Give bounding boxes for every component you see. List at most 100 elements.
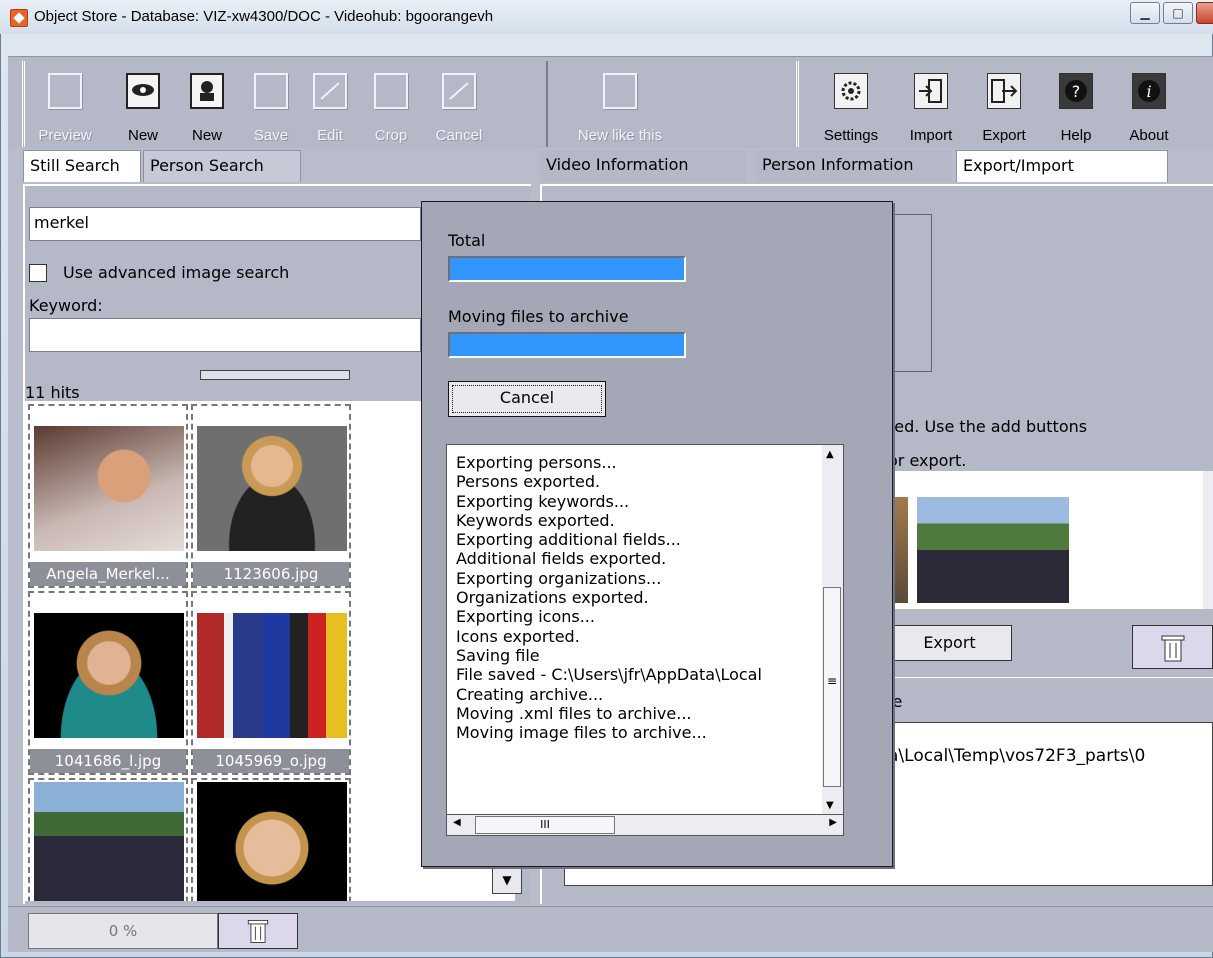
edit-frame-icon — [313, 73, 347, 109]
export-log[interactable]: Exporting persons... Persons exported. Exp… — [446, 444, 842, 816]
log-line: File saved - C:\Users\jfr\AppData\Local — [456, 665, 762, 685]
export-toolbar-button[interactable]: Export — [974, 73, 1034, 144]
log-line: Moving .xml files to archive... — [456, 703, 692, 723]
person-icon — [190, 73, 224, 109]
log-hscroll-thumb[interactable]: III — [475, 816, 615, 834]
total-label: Total — [448, 231, 486, 250]
crop-button[interactable]: Crop — [361, 73, 421, 144]
new-video-button[interactable]: New — [113, 73, 173, 144]
import-button[interactable]: Import — [901, 73, 961, 144]
app-logo-icon — [10, 9, 28, 27]
new-like-this-button[interactable]: New like this — [555, 73, 685, 144]
thumbnail-image — [34, 782, 184, 901]
window-title: Object Store - Database: VIZ-xw4300/DOC … — [34, 8, 494, 25]
advanced-search-checkbox[interactable] — [29, 264, 47, 282]
close-button[interactable] — [1196, 2, 1213, 24]
title-bar[interactable]: Object Store - Database: VIZ-xw4300/DOC … — [0, 0, 1213, 34]
log-line: Organizations exported. — [456, 588, 649, 608]
log-vertical-scrollbar[interactable]: ▲ ≡ ▼ — [822, 444, 844, 816]
keyword-field[interactable] — [29, 318, 421, 352]
log-line: Persons exported. — [456, 472, 601, 492]
moving-files-label: Moving files to archive — [448, 307, 629, 326]
export-selection-list[interactable] — [888, 471, 1203, 609]
thumbnail-image — [197, 426, 347, 551]
left-tab-strip: Still Search Person Search — [23, 150, 531, 182]
log-text: Exporting persons... Persons exported. Exp… — [456, 453, 836, 742]
export-button[interactable]: Export — [888, 625, 1012, 661]
log-line: Exporting organizations... — [456, 568, 662, 588]
thumbnail-item[interactable] — [28, 778, 188, 901]
svg-text:i: i — [1146, 82, 1151, 101]
right-tab-strip: Video Information Person Information Exp… — [540, 150, 1213, 182]
search-input[interactable]: merkel — [29, 207, 421, 241]
blank-frame-icon — [603, 73, 637, 109]
tab-person-information[interactable]: Person Information — [756, 150, 952, 182]
thumbnail-item[interactable]: 1041686_l.jpg — [28, 591, 188, 775]
cancel-frame-icon — [442, 73, 476, 109]
help-icon: ? — [1059, 73, 1093, 109]
maximize-button[interactable]: □ — [1163, 2, 1193, 24]
log-vscroll-thumb[interactable]: ≡ — [823, 587, 841, 787]
cancel-toolbar-button[interactable]: Cancel — [429, 73, 489, 144]
splitter-handle[interactable] — [200, 370, 350, 380]
total-progress-bar — [448, 256, 686, 282]
thumbnail-caption: Angela_Merkel... — [30, 562, 186, 586]
toolbar-app-group: Settings Import Export ? Help i About — [796, 61, 1213, 147]
thumbnail-item[interactable]: Angela_Merkel... — [28, 404, 188, 588]
toolbar: Preview New New Save Edit Crop Cancel Ne… — [8, 56, 1213, 148]
thumbnail-image — [34, 426, 184, 551]
thumbnail-caption: 1123606.jpg — [193, 562, 349, 586]
log-line: Exporting persons... — [456, 453, 617, 472]
about-icon: i — [1132, 73, 1166, 109]
thumbnail-caption: 1045969_o.jpg — [193, 749, 349, 773]
eye-icon — [126, 73, 160, 109]
tab-person-search[interactable]: Person Search — [143, 150, 301, 182]
save-button[interactable]: Save — [241, 73, 301, 144]
tab-export-import[interactable]: Export/Import — [956, 150, 1168, 182]
thumbnail-image — [197, 782, 347, 901]
edit-button[interactable]: Edit — [300, 73, 360, 144]
preview-button[interactable]: Preview — [35, 73, 95, 144]
log-line: Additional fields exported. — [456, 549, 667, 569]
tab-still-search[interactable]: Still Search — [23, 150, 141, 182]
status-bar: 0 % — [8, 906, 1213, 952]
minimize-button[interactable]: ▁ — [1130, 2, 1160, 24]
about-button[interactable]: i About — [1119, 73, 1179, 144]
scroll-down-arrow-icon[interactable]: ▼ — [826, 800, 834, 811]
moving-progress-fill — [450, 334, 684, 356]
log-line: Icons exported. — [456, 626, 580, 646]
log-line: Exporting keywords... — [456, 491, 630, 511]
keyword-label: Keyword: — [29, 296, 103, 315]
status-trash-button[interactable] — [218, 913, 298, 949]
thumbnail-item[interactable] — [191, 778, 351, 901]
save-frame-icon — [254, 73, 288, 109]
total-progress-fill — [450, 258, 684, 280]
thumbnail-item[interactable]: 1123606.jpg — [191, 404, 351, 588]
thumbnail-item[interactable]: 1045969_o.jpg — [191, 591, 351, 775]
crop-frame-icon — [374, 73, 408, 109]
help-button[interactable]: ? Help — [1046, 73, 1106, 144]
log-horizontal-scrollbar[interactable]: ◀ III ▶ — [446, 814, 844, 836]
export-icon — [987, 73, 1021, 109]
thumbnail-caption: 1041686_l.jpg — [30, 749, 186, 773]
scroll-right-arrow-icon[interactable]: ▶ — [829, 817, 837, 828]
export-list-scrollbar[interactable] — [1203, 471, 1213, 609]
hits-count: 11 hits — [25, 383, 80, 402]
scroll-left-arrow-icon[interactable]: ◀ — [453, 817, 461, 828]
log-line: Moving image files to archive... — [456, 723, 707, 743]
settings-button[interactable]: Settings — [821, 73, 881, 144]
scroll-up-arrow-icon[interactable]: ▲ — [826, 449, 834, 460]
export-path-text: a\Local\Temp\vos72F3_parts\0 — [888, 746, 1146, 766]
clear-export-button[interactable] — [1132, 625, 1213, 669]
export-item-image — [917, 497, 1069, 603]
thumbnail-scroll-down-button[interactable]: ▼ — [492, 866, 522, 894]
export-progress-dialog: Total Moving files to archive Cancel Exp… — [421, 201, 893, 867]
toolbar-edit-group: Preview New New Save Edit Crop Cancel Ne… — [22, 61, 662, 147]
cancel-button[interactable]: Cancel — [448, 381, 606, 417]
new-person-button[interactable]: New — [177, 73, 237, 144]
export-info-line-2: or export. — [888, 451, 967, 470]
log-line: Creating archive... — [456, 684, 604, 704]
tab-video-information[interactable]: Video Information — [540, 150, 746, 182]
svg-text:?: ? — [1072, 82, 1081, 101]
gear-icon — [834, 73, 868, 109]
